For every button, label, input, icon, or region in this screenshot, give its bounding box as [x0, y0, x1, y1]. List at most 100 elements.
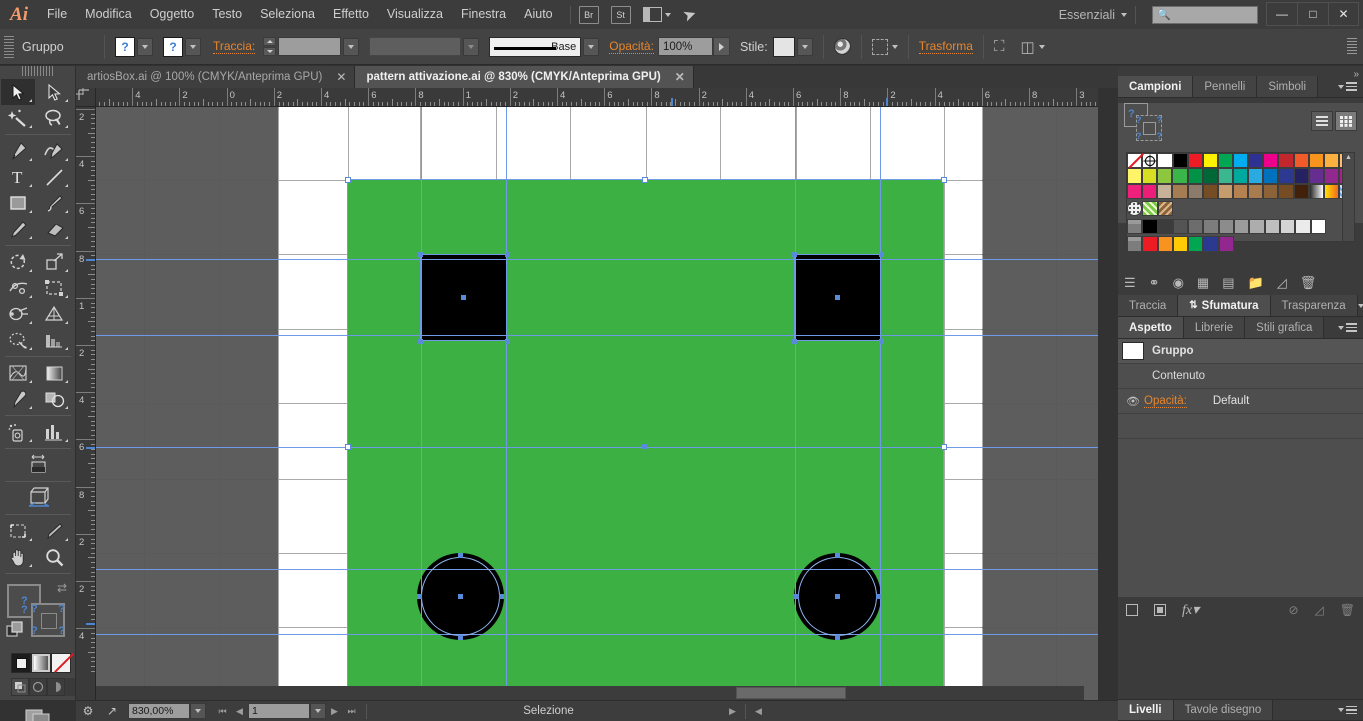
menu-seleziona[interactable]: Seleziona [251, 0, 324, 29]
swatch-0-4[interactable] [1187, 153, 1203, 169]
send-icon[interactable]: ➤ [680, 3, 699, 26]
stroke-profile-selector[interactable]: Base [489, 36, 582, 57]
draw-normal-button[interactable] [11, 678, 29, 696]
transform-label[interactable]: Trasforma [918, 39, 973, 54]
anchor-point[interactable] [835, 635, 840, 640]
direct-selection-tool[interactable] [37, 79, 71, 105]
duplicate-item-icon[interactable]: ◿ [1315, 603, 1324, 617]
share-icon[interactable]: ↗ [100, 701, 124, 721]
bridge-button[interactable]: Br [578, 5, 599, 24]
swatch-4-5[interactable] [1203, 219, 1219, 235]
appearance-row-value[interactable]: Default [1213, 395, 1249, 407]
rectangle-tool[interactable] [1, 190, 35, 216]
perspective-grid-tool[interactable] [37, 301, 71, 327]
document-tab-pattern-attivazione[interactable]: pattern attivazione.ai @ 830% (CMYK/Ante… [355, 66, 694, 88]
default-fill-stroke-icon[interactable] [6, 621, 26, 639]
paintbrush-tool[interactable] [37, 190, 71, 216]
symbol-sprayer-tool[interactable] [1, 419, 35, 445]
swatch-5-6[interactable] [1218, 236, 1235, 252]
zoom-tool[interactable] [37, 544, 71, 570]
artboard-number-input[interactable]: 1 [248, 703, 310, 719]
lasso-tool[interactable] [37, 105, 71, 131]
next-artboard-icon[interactable]: ▶ [326, 701, 343, 721]
control-bar-grip[interactable] [4, 35, 14, 58]
control-bar-overflow[interactable] [1347, 37, 1357, 56]
anchor-point[interactable] [417, 594, 422, 599]
appearance-row-contenuto[interactable]: Contenuto [1118, 364, 1363, 389]
panel-collapse-icon[interactable]: » [1353, 69, 1359, 80]
swatch-2-8[interactable] [1248, 183, 1264, 199]
close-button[interactable]: ✕ [1328, 2, 1359, 26]
selection-tool[interactable] [1, 79, 35, 105]
swatch-4-7[interactable] [1234, 219, 1250, 235]
tab-trasparenza[interactable]: Trasparenza [1270, 295, 1358, 316]
swatch-3-1[interactable] [1142, 200, 1158, 217]
circle-center-point[interactable] [835, 594, 840, 599]
swatch-0-3[interactable] [1172, 153, 1188, 169]
pen-tool[interactable] [1, 138, 35, 164]
swatch-1-9[interactable] [1263, 168, 1279, 184]
swatch-1-6[interactable] [1217, 168, 1233, 184]
swatch-1-3[interactable] [1172, 168, 1188, 184]
swatch-3-2[interactable] [1157, 200, 1173, 217]
swatch-0-2[interactable] [1157, 153, 1173, 169]
swatch-5-1[interactable] [1142, 236, 1158, 252]
menu-finestra[interactable]: Finestra [452, 0, 515, 29]
new-folder-icon[interactable]: 📁 [1248, 275, 1264, 291]
shape-builder-tool[interactable] [1, 301, 35, 327]
swatch-2-12[interactable] [1308, 183, 1324, 199]
prev-artboard-icon[interactable]: ◀ [231, 701, 248, 721]
first-artboard-icon[interactable]: ⏮ [214, 701, 231, 721]
gradient-button[interactable] [31, 653, 51, 673]
status-collapse-icon[interactable]: ◀ [750, 701, 767, 721]
anchor-point[interactable] [418, 339, 423, 344]
swatch-5-4[interactable] [1188, 236, 1204, 252]
stroke-dropdown[interactable] [185, 37, 201, 56]
swatch-2-3[interactable] [1172, 183, 1188, 199]
swatch-2-6[interactable] [1217, 183, 1233, 199]
swatch-options-icon[interactable]: ▦ [1197, 275, 1209, 291]
tab-tavole-disegno[interactable]: Tavole disegno [1173, 700, 1274, 720]
curvature-tool[interactable] [37, 138, 71, 164]
swatch-0-12[interactable] [1308, 153, 1324, 169]
appearance-row-label[interactable]: Opacità: [1144, 395, 1187, 408]
delete-item-icon[interactable]: 🗑 [1340, 603, 1355, 617]
tab-stili-grafica[interactable]: Stili grafica [1245, 317, 1325, 338]
tab-sfumatura[interactable]: ⇅ Sfumatura [1178, 295, 1271, 316]
menu-aiuto[interactable]: Aiuto [515, 0, 562, 29]
menu-file[interactable]: File [38, 0, 76, 29]
layers-panel-menu[interactable] [1338, 700, 1363, 720]
appearance-row-opacita[interactable]: 👁 Opacità: Default [1118, 389, 1363, 414]
graphic-style-dropdown[interactable] [796, 37, 813, 56]
zoom-dropdown[interactable] [190, 703, 206, 719]
anchor-point[interactable] [794, 594, 799, 599]
magic-wand-tool[interactable] [1, 105, 35, 131]
stroke-stepper[interactable] [263, 37, 277, 56]
anchor-point[interactable] [792, 252, 797, 257]
swatch-2-11[interactable] [1293, 183, 1309, 199]
menu-testo[interactable]: Testo [203, 0, 251, 29]
select-similar-icon[interactable] [871, 38, 888, 55]
color-groups-icon[interactable]: ◉ [1173, 275, 1184, 291]
recolor-artwork-icon[interactable] [833, 38, 851, 55]
menu-modifica[interactable]: Modifica [76, 0, 141, 29]
swatch-grid[interactable]: ▲ [1126, 152, 1355, 252]
swatch-0-7[interactable] [1233, 153, 1249, 169]
mesh-tool[interactable] [1, 327, 35, 353]
arrange-documents-button[interactable] [642, 7, 671, 22]
swatch-3-0[interactable] [1127, 200, 1143, 217]
opacity-field[interactable]: 100% [657, 37, 713, 56]
swatch-0-9[interactable] [1263, 153, 1279, 169]
swatch-4-1[interactable] [1142, 219, 1158, 235]
swatch-4-11[interactable] [1295, 219, 1311, 235]
appearance-row-gruppo[interactable]: Gruppo [1118, 339, 1363, 364]
swatch-0-11[interactable] [1293, 153, 1309, 169]
tab-librerie[interactable]: Librerie [1183, 317, 1246, 338]
tab-traccia[interactable]: Traccia [1118, 295, 1179, 316]
zoom-level-input[interactable]: 830,00% [128, 703, 190, 719]
swatch-1-11[interactable] [1293, 168, 1309, 184]
swatches-stroke-box[interactable]: ? ? ? ? [1136, 115, 1162, 141]
stroke-swatch[interactable]: ? [163, 36, 183, 57]
tab-close-icon[interactable]: ✕ [336, 70, 346, 84]
swatch-5-5[interactable] [1203, 236, 1219, 252]
